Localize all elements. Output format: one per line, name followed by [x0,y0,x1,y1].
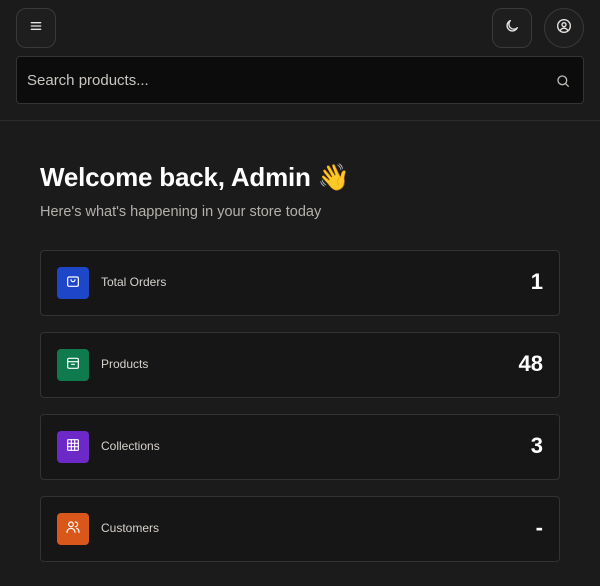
grid-icon [65,437,81,458]
theme-toggle-button[interactable] [492,8,532,48]
stat-badge [57,349,89,381]
stat-card-products[interactable]: Products 48 [40,332,560,398]
menu-button[interactable] [16,8,56,48]
shopping-bag-icon [65,273,81,294]
stat-value: 48 [518,351,543,376]
stat-value: 3 [530,433,543,458]
page-subtitle: Here's what's happening in your store to… [40,204,322,220]
search-bar [16,56,584,104]
stat-label: Total Orders [101,275,167,289]
moon-icon [504,18,520,39]
profile-button[interactable] [544,8,584,48]
user-circle-icon [556,18,572,39]
stat-value: - [535,515,543,540]
package-icon [65,355,81,376]
stat-label: Customers [101,521,160,535]
users-icon [65,519,81,540]
stat-card-customers[interactable]: Customers - [40,496,560,562]
stat-label: Products [101,357,149,371]
stat-badge [57,267,89,299]
stat-badge [57,431,89,463]
page-title: Welcome back, Admin 👋 [40,162,350,192]
top-bar [0,0,600,121]
stat-label: Collections [101,439,160,453]
hamburger-menu-icon [28,18,44,39]
stat-card-collections[interactable]: Collections 3 [40,414,560,480]
stat-card-total-orders[interactable]: Total Orders 1 [40,250,560,316]
stat-badge [57,513,89,545]
stat-value: 1 [530,269,543,294]
search-input[interactable] [17,57,583,103]
search-icon[interactable] [555,73,571,89]
